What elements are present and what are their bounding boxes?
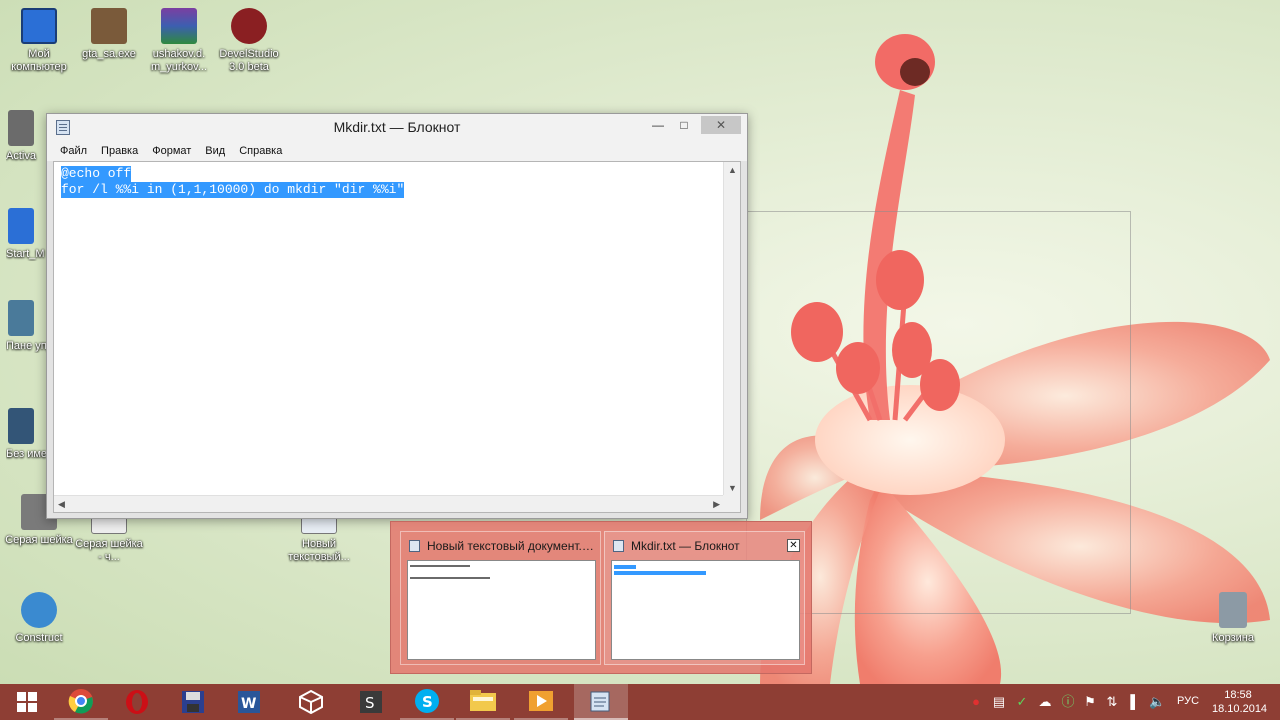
desktop-icon-new-text[interactable]: Новый текстовый... <box>282 512 356 564</box>
svg-text:S: S <box>422 693 433 711</box>
close-button[interactable]: ✕ <box>701 116 741 134</box>
word-icon: W <box>238 691 260 713</box>
svg-text:S: S <box>365 694 375 712</box>
horizontal-scrollbar[interactable]: ◀ ▶ <box>54 495 724 512</box>
taskbar-thumbnail-panel: Новый текстовый документ.txt... Mkdir.tx… <box>390 521 812 674</box>
taskbar-dev-app[interactable]: S <box>344 684 398 720</box>
start-button[interactable] <box>0 684 54 720</box>
cloud-icon[interactable]: ☁ <box>1037 694 1053 710</box>
system-clock[interactable]: 18:58 18.10.2014 <box>1212 688 1268 716</box>
thumbnail-title: Новый текстовый документ.txt... <box>427 539 597 553</box>
app-icon <box>8 110 34 146</box>
check-shield-icon[interactable]: ✓ <box>1014 694 1030 710</box>
notepad-icon <box>56 120 70 135</box>
unity-icon <box>299 690 323 714</box>
construct-icon <box>21 592 57 628</box>
editor-line-1: @echo off <box>61 166 132 182</box>
preview-selection <box>614 565 636 569</box>
clock-time: 18:58 <box>1224 689 1252 701</box>
scroll-down-icon[interactable]: ▼ <box>728 483 737 493</box>
video-icon <box>8 408 34 444</box>
chrome-icon <box>68 689 93 714</box>
desktop-icon-recycle-bin[interactable]: Корзина <box>1196 592 1270 645</box>
thumbnail-new-text-document[interactable]: Новый текстовый документ.txt... <box>400 531 601 665</box>
menu-help[interactable]: Справка <box>239 141 282 161</box>
menu-file[interactable]: Файл <box>60 141 87 161</box>
start-menu-icon <box>8 208 34 244</box>
media-player-icon <box>529 691 553 711</box>
text-editor[interactable]: @echo off for /l %%i in (1,1,10000) do m… <box>53 161 741 513</box>
desktop-icon-activa[interactable]: Activa <box>6 110 46 163</box>
desktop-icon-start-menu[interactable]: Start_M <box>6 208 46 261</box>
taskbar-opera[interactable] <box>110 684 164 720</box>
language-indicator[interactable]: РУС <box>1177 695 1199 707</box>
flag-icon[interactable]: ⚑ <box>1082 694 1098 710</box>
floppy-icon <box>182 691 204 713</box>
taskbar-chrome[interactable] <box>54 684 108 720</box>
control-panel-icon <box>8 300 34 336</box>
taskbar-explorer[interactable] <box>456 684 510 720</box>
editor-line-2: for /l %%i in (1,1,10000) do mkdir "dir … <box>61 182 405 198</box>
menu-edit[interactable]: Правка <box>101 141 138 161</box>
desktop-icon-develstudio[interactable]: DevelStudio 3.0 beta <box>212 8 286 74</box>
desktop-icon-untitled[interactable]: Без имени <box>6 408 46 461</box>
clock-date: 18.10.2014 <box>1212 703 1268 715</box>
signal-icon[interactable]: ▌ <box>1127 694 1143 710</box>
taskbar-unity[interactable] <box>284 684 338 720</box>
thumbnail-title: Mkdir.txt — Блокнот <box>631 539 740 553</box>
monitor-icon <box>21 8 57 44</box>
desktop-icon-archive[interactable]: ushakov.d. m_yurkov... <box>142 8 216 74</box>
window-title: Mkdir.txt — Блокнот <box>333 119 461 135</box>
title-bar[interactable]: Mkdir.txt — Блокнот — □ ✕ <box>47 114 747 141</box>
desktop-icon-construct[interactable]: Construct <box>2 592 76 645</box>
thumbnail-preview <box>407 560 596 660</box>
record-icon[interactable]: ● <box>968 694 984 710</box>
taskbar-save-app[interactable] <box>166 684 220 720</box>
minimize-button[interactable]: — <box>645 116 671 134</box>
maximize-button[interactable]: □ <box>671 116 697 134</box>
taskbar-word[interactable]: W <box>222 684 276 720</box>
volume-icon[interactable]: 🔈 <box>1149 694 1165 710</box>
scroll-up-icon[interactable]: ▲ <box>728 165 737 175</box>
info-icon[interactable]: ⓘ <box>1060 694 1076 710</box>
desktop-icon-gray-neck-mp3[interactable]: Серая шейка - ч... <box>72 512 146 564</box>
recycle-bin-icon <box>1219 592 1247 628</box>
scrollbar-corner <box>723 495 740 512</box>
menu-format[interactable]: Формат <box>152 141 191 161</box>
vertical-scrollbar[interactable]: ▲ ▼ <box>723 162 740 496</box>
notepad-icon <box>409 540 420 552</box>
taskbar-media[interactable] <box>514 684 568 720</box>
develstudio-icon <box>231 8 267 44</box>
taskbar-skype[interactable]: S <box>400 684 454 720</box>
winrar-icon <box>161 8 197 44</box>
desktop-icon-my-computer[interactable]: Мой компьютер <box>2 8 76 74</box>
menu-bar: Файл Правка Формат Вид Справка <box>47 141 747 161</box>
notepad-window[interactable]: Mkdir.txt — Блокнот — □ ✕ Файл Правка Фо… <box>46 113 748 519</box>
thumbnail-close-icon[interactable]: ✕ <box>787 539 800 552</box>
gta-icon <box>91 8 127 44</box>
desktop-icon-control-panel[interactable]: Пане управл <box>6 300 46 353</box>
skype-icon: S <box>415 689 439 713</box>
opera-icon <box>126 690 148 714</box>
preview-selection <box>614 571 706 575</box>
svg-text:W: W <box>241 696 256 712</box>
desktop-icon-gta[interactable]: gta_sa.exe <box>72 8 146 61</box>
menu-view[interactable]: Вид <box>205 141 225 161</box>
thumbnail-preview <box>611 560 800 660</box>
preview-text-line <box>410 565 470 567</box>
editor-text[interactable]: @echo off for /l %%i in (1,1,10000) do m… <box>61 166 405 198</box>
notepad-icon <box>613 540 624 552</box>
windows-logo-icon <box>17 692 37 712</box>
network-device-icon[interactable]: ▤ <box>991 694 1007 710</box>
scroll-left-icon[interactable]: ◀ <box>58 499 65 510</box>
usb-icon[interactable]: ⇅ <box>1104 694 1120 710</box>
thumbnail-mkdir[interactable]: Mkdir.txt — Блокнот ✕ <box>604 531 805 665</box>
preview-text-line <box>410 577 490 579</box>
scroll-right-icon[interactable]: ▶ <box>713 499 720 510</box>
dev-icon: S <box>360 691 382 713</box>
folder-icon <box>470 690 496 711</box>
taskbar-notepad[interactable] <box>574 684 628 720</box>
notepad-icon <box>590 691 610 712</box>
